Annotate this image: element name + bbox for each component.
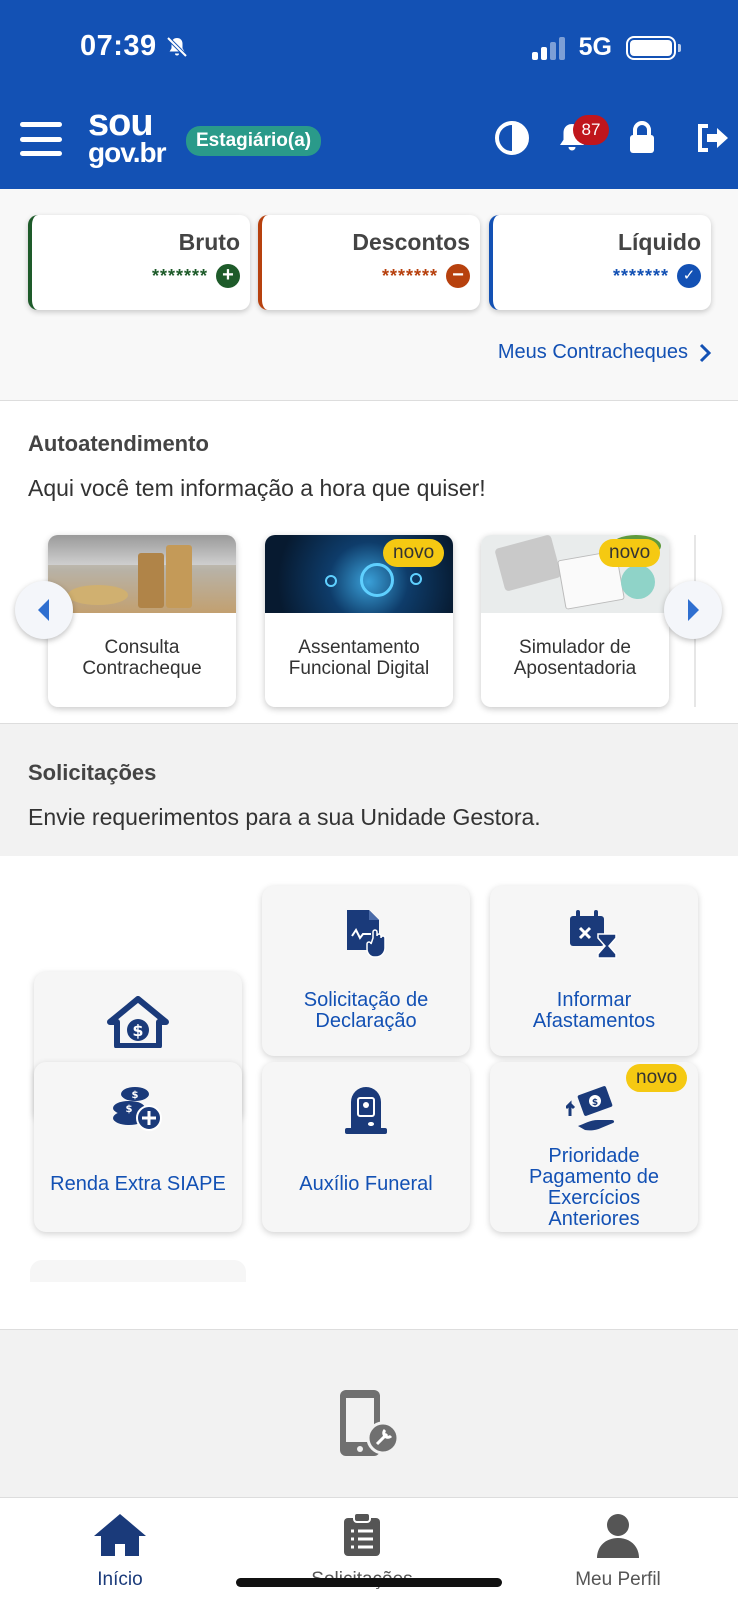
app-update-section	[0, 1330, 738, 1497]
partial-tile	[30, 1260, 246, 1282]
novo-badge: novo	[599, 539, 661, 567]
descontos-card[interactable]: Descontos ******* −	[258, 215, 480, 310]
liquido-card[interactable]: Líquido ******* ✓	[489, 215, 711, 310]
meus-contracheques-link[interactable]: Meus Contracheques	[498, 341, 712, 364]
tile-informar-afastamentos[interactable]: Informar Afastamentos	[490, 886, 698, 1056]
coins-laptop-image	[48, 535, 236, 613]
app-header: 07:39 5G sou gov.br Estagiário(a) 87	[0, 0, 738, 189]
contrast-icon[interactable]	[492, 118, 532, 158]
tile-label: Prioridade Pagamento de Exercícios Anter…	[528, 1145, 660, 1230]
chevron-right-icon	[688, 599, 699, 621]
descontos-title: Descontos	[352, 229, 470, 255]
service-card-assentamento[interactable]: novo Assentamento Funcional Digital	[265, 535, 453, 707]
tombstone-icon	[345, 1087, 387, 1134]
phone-wrench-icon	[340, 1390, 400, 1456]
logout-icon[interactable]	[692, 118, 732, 158]
nav-meu-perfil[interactable]: Meu Perfil	[528, 1512, 708, 1591]
logo-line1: sou	[88, 102, 154, 144]
user-icon	[597, 1514, 639, 1558]
tile-label: Auxílio Funeral	[299, 1173, 433, 1195]
check-icon: ✓	[677, 264, 701, 288]
notification-count-badge: 87	[573, 115, 609, 145]
service-card-consulta-contracheque[interactable]: Consulta Contracheque	[48, 535, 236, 707]
sougov-logo[interactable]: sou gov.br	[88, 102, 166, 168]
carousel-prev-button[interactable]	[15, 581, 73, 639]
calendar-hourglass-icon	[570, 910, 617, 959]
bruto-card[interactable]: Bruto ******* +	[28, 215, 250, 310]
svg-text:$: $	[132, 1090, 139, 1101]
svg-text:$: $	[132, 1021, 143, 1040]
home-indicator	[236, 1578, 502, 1587]
liquido-value-masked: *******	[612, 265, 669, 286]
service-card-label: Assentamento Funcional Digital	[288, 637, 430, 679]
svg-text:$: $	[592, 1098, 598, 1108]
novo-badge: novo	[626, 1064, 688, 1092]
role-badge[interactable]: Estagiário(a)	[186, 126, 322, 156]
solicitacoes-header: Solicitações Envie requerimentos para a …	[0, 724, 738, 856]
descontos-value-masked: *******	[381, 265, 438, 286]
status-bar-time: 07:39	[80, 30, 189, 63]
tile-label: Solicitação de Declaração	[303, 989, 429, 1032]
service-card-label: Simulador de Aposentadoria	[513, 637, 637, 679]
minus-icon: −	[446, 264, 470, 288]
liquido-title: Líquido	[617, 229, 701, 255]
hand-money-icon: $	[566, 1086, 615, 1131]
status-bar-right: 5G	[531, 33, 681, 62]
network-label: 5G	[578, 33, 612, 61]
home-icon	[94, 1514, 146, 1556]
document-hand-icon	[347, 910, 386, 958]
solicitacoes-grid: Solicitação de Declaração Informar Afastam…	[0, 856, 738, 1330]
signal-icon	[531, 36, 565, 60]
chevron-left-icon	[38, 599, 49, 621]
bell-muted-icon	[166, 36, 188, 57]
tile-prioridade-pagamento[interactable]: $ novo Prioridade Pagamento de Exercício…	[490, 1062, 698, 1232]
battery-icon	[626, 35, 681, 60]
bruto-value-masked: *******	[151, 265, 208, 286]
tile-solicitacao-declaracao[interactable]: Solicitação de Declaração	[262, 886, 470, 1056]
service-card-label: Consulta Contracheque	[82, 637, 202, 679]
nav-label: Meu Perfil	[575, 1569, 661, 1590]
chevron-right-icon	[699, 343, 712, 362]
coins-plus-icon: $ $	[113, 1087, 162, 1131]
carousel-next-button[interactable]	[664, 581, 722, 639]
plus-icon: +	[216, 264, 240, 288]
svg-text:$: $	[126, 1104, 133, 1115]
clipboard-list-icon	[344, 1512, 380, 1556]
nav-inicio[interactable]: Início	[30, 1512, 210, 1591]
house-money-icon: $	[107, 996, 169, 1048]
tile-auxilio-funeral[interactable]: Auxílio Funeral	[262, 1062, 470, 1232]
nav-label: Início	[97, 1569, 143, 1590]
lock-icon[interactable]	[622, 118, 662, 158]
menu-icon[interactable]	[20, 122, 62, 156]
payroll-summary: Bruto ******* + Descontos ******* − Líqu…	[0, 189, 738, 401]
tile-renda-extra-siape[interactable]: $ $ Renda Extra SIAPE	[34, 1062, 242, 1232]
autoatendimento-title: Autoatendimento	[28, 431, 209, 456]
service-card-simulador[interactable]: novo Simulador de Aposentadoria	[481, 535, 669, 707]
autoatendimento-section: Autoatendimento Aqui você tem informação…	[0, 401, 738, 724]
tile-label: Renda Extra SIAPE	[50, 1173, 226, 1195]
solicitacoes-subtitle: Envie requerimentos para a sua Unidade G…	[28, 804, 541, 830]
bruto-title: Bruto	[178, 229, 240, 255]
novo-badge: novo	[383, 539, 445, 567]
autoatendimento-subtitle: Aqui você tem informação a hora que quis…	[28, 475, 486, 501]
tile-label: Informar Afastamentos	[532, 989, 656, 1032]
logo-line2: gov.br	[88, 137, 166, 168]
solicitacoes-title: Solicitações	[28, 760, 157, 785]
clock-text: 07:39	[80, 30, 157, 62]
meus-contracheques-label: Meus Contracheques	[497, 341, 688, 363]
